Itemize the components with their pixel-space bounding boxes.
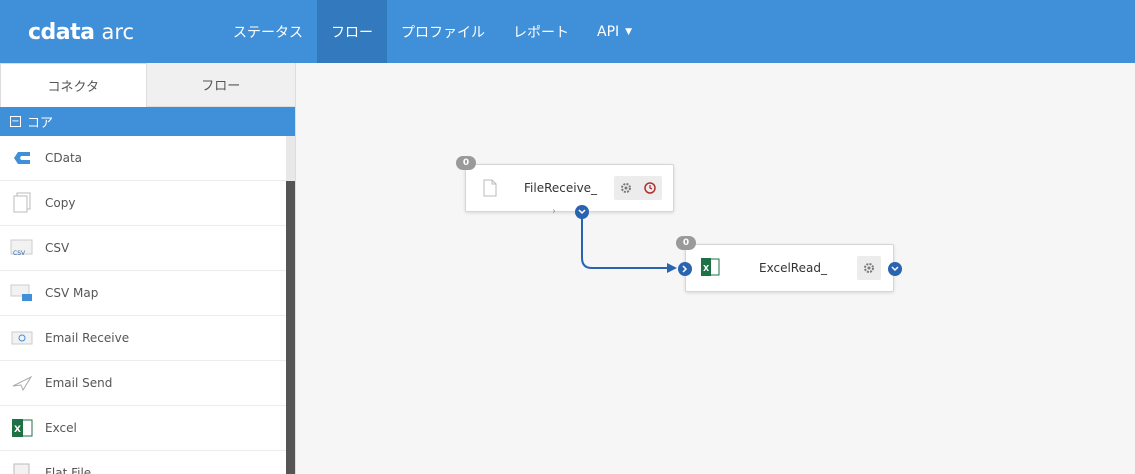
nav-flow[interactable]: フロー [317, 0, 387, 63]
settings-gear-icon[interactable] [614, 176, 638, 200]
nav-api-dropdown[interactable]: API ▼ [583, 0, 646, 63]
cdata-arc-logo[interactable]: cdata arc [28, 17, 134, 47]
top-navbar: cdata arc ステータス フロー プロファイル レポート API ▼ [0, 0, 1135, 63]
svg-text:CSV: CSV [13, 250, 26, 257]
list-item-label: Flat File [45, 466, 92, 474]
node-excel-read-label: ExcelRead_ [759, 261, 827, 275]
list-item-label: Email Send [45, 376, 113, 390]
file-icon [483, 179, 497, 201]
list-item-cdata[interactable]: CData [0, 136, 286, 181]
sidebar-scrollbar[interactable] [286, 136, 295, 474]
list-item-email-send[interactable]: Email Send [0, 361, 286, 406]
list-item-label: CSV Map [45, 286, 99, 300]
output-port[interactable] [888, 262, 902, 276]
email-receive-icon [10, 327, 34, 349]
logo-mark: cdata [28, 19, 95, 45]
list-item-label: Email Receive [45, 331, 130, 345]
caret-down-icon: ▼ [625, 26, 633, 37]
node-excel-read[interactable]: X ExcelRead_ [685, 244, 894, 292]
chevron-right-icon[interactable]: › [552, 206, 556, 217]
tab-flows-label: フロー [201, 79, 241, 94]
list-item-label: CData [45, 151, 83, 165]
list-item-csv-map[interactable]: CSV Map [0, 271, 286, 316]
settings-gear-icon[interactable] [857, 256, 881, 280]
nav-profile-label: プロファイル [401, 24, 485, 41]
node-file-receive-actions [614, 176, 662, 200]
excel-icon: X [10, 417, 34, 439]
csv-map-icon [10, 282, 34, 304]
list-item-label: Excel [45, 421, 77, 435]
connector-list: CData Copy CSV CSV CSV Map Email Receive [0, 136, 286, 474]
nav-flow-label: フロー [331, 24, 373, 41]
tab-connectors-label: コネクタ [47, 80, 99, 95]
node-file-receive-label: FileReceive_ [524, 181, 598, 195]
nav-status[interactable]: ステータス [219, 0, 317, 63]
nav-report-label: レポート [513, 24, 569, 41]
section-core-header[interactable]: − コア [0, 107, 295, 136]
svg-text:X: X [14, 425, 21, 435]
node-file-receive-badge: 0 [456, 156, 476, 170]
sidebar-tabs: コネクタ フロー [0, 63, 295, 107]
tab-connectors[interactable]: コネクタ [0, 63, 147, 107]
tab-flows[interactable]: フロー [147, 63, 296, 106]
node-excel-read-actions [857, 256, 881, 280]
node-excel-read-badge: 0 [676, 236, 696, 250]
list-item-excel[interactable]: X Excel [0, 406, 286, 451]
collapse-icon[interactable]: − [10, 116, 21, 127]
email-send-icon [10, 372, 34, 394]
list-item-label: CSV [45, 241, 70, 255]
main-nav: ステータス フロー プロファイル レポート API ▼ [219, 0, 646, 63]
cdata-icon [10, 147, 34, 169]
node-file-receive[interactable]: FileReceive_ [465, 164, 674, 212]
svg-text:X: X [703, 264, 710, 273]
nav-report[interactable]: レポート [499, 0, 583, 63]
nav-profile[interactable]: プロファイル [387, 0, 499, 63]
section-core-label: コア [27, 116, 54, 131]
flow-canvas[interactable]: FileReceive_ 0 › X ExcelRead_ 0 [297, 63, 1135, 474]
excel-icon: X [700, 258, 720, 280]
flat-file-icon [10, 462, 34, 474]
connector-sidebar: コネクタ フロー − コア CData Copy CSV CSV CSV Map… [0, 63, 296, 474]
csv-icon: CSV [10, 237, 34, 259]
list-item-label: Copy [45, 196, 76, 210]
list-item-flat-file[interactable]: Flat File [0, 451, 286, 474]
nav-status-label: ステータス [233, 24, 303, 41]
list-item-copy[interactable]: Copy [0, 181, 286, 226]
scrollbar-thumb[interactable] [286, 181, 295, 474]
nav-api-label: API [597, 23, 620, 40]
logo-sub: arc [101, 20, 135, 44]
input-port[interactable] [678, 262, 692, 276]
list-item-email-receive[interactable]: Email Receive [0, 316, 286, 361]
output-port[interactable] [575, 205, 589, 219]
list-item-csv[interactable]: CSV CSV [0, 226, 286, 271]
schedule-clock-icon[interactable] [638, 176, 662, 200]
copy-icon [10, 192, 34, 214]
